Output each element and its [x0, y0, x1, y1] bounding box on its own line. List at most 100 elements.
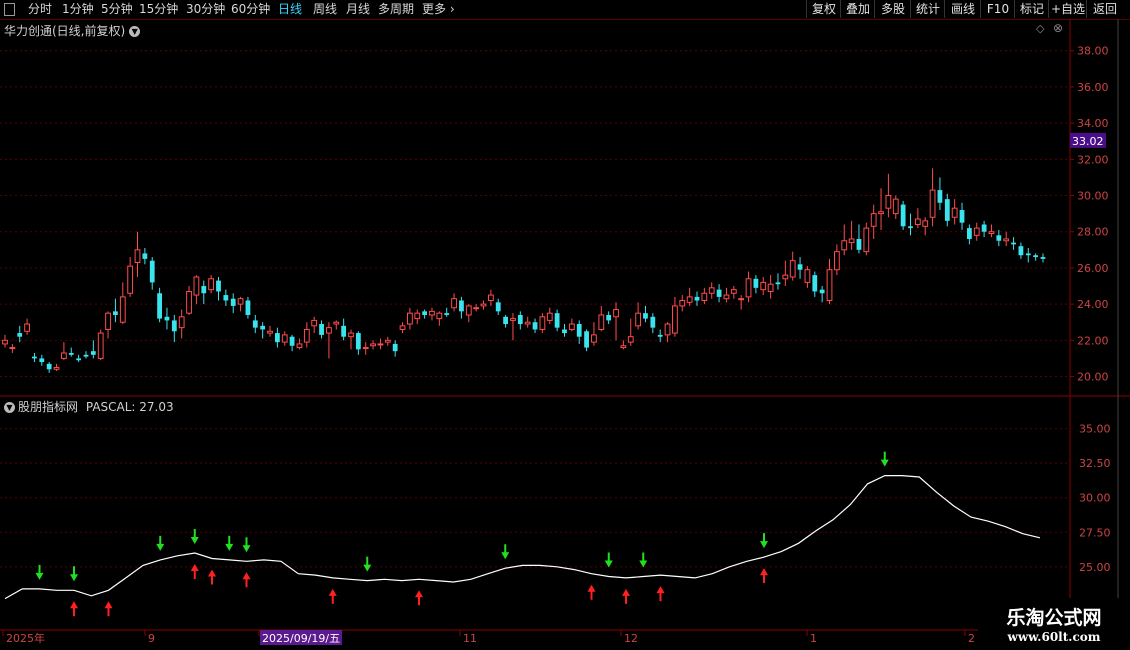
toolbar-button[interactable]: 返回	[1086, 0, 1123, 18]
candle-body-down	[819, 289, 825, 294]
toolbar-button[interactable]: 标记	[1014, 0, 1049, 18]
candle-body-up	[708, 287, 715, 294]
candle-body-down	[532, 322, 538, 330]
xaxis-label: 1	[810, 632, 817, 645]
candle-body-down	[716, 289, 722, 297]
period-toolbar: 分时 1分钟 5分钟 15分钟 30分钟 60分钟 日线 周线 月线 多周期 更多 › 复权 叠加 多股…	[0, 0, 1130, 20]
xaxis-label: 2	[968, 632, 975, 645]
candle-body-down	[157, 293, 162, 319]
xaxis-label: 12	[624, 632, 638, 645]
candle-body-down	[68, 352, 74, 355]
candle-body-down	[289, 336, 295, 346]
candle-body-down	[966, 228, 972, 239]
candle-body-up	[237, 298, 244, 305]
period-tab[interactable]: 多周期	[378, 1, 414, 18]
indicator-tick-label: 35.00	[1079, 423, 1111, 436]
indicator-header: ▼ 股朋指标网 PASCAL: 27.03	[4, 398, 174, 415]
toolbar-button[interactable]: 统计	[910, 0, 945, 18]
candle-body-up	[487, 294, 494, 302]
candle-body-up	[348, 332, 354, 338]
candle-body-down	[252, 320, 258, 328]
price-tick-label: 28.00	[1077, 226, 1109, 239]
watermark-url: www.60lt.com	[1007, 630, 1101, 644]
kline-chart[interactable]: 20.00 22.00 24.00 26.00 28.00 30.00 32.00 34.00…	[0, 19, 1130, 650]
period-tab[interactable]: 5分钟	[101, 1, 133, 18]
xaxis-label: 9	[148, 632, 155, 645]
chevron-down-icon[interactable]: ▼	[129, 26, 141, 37]
candle-body-up	[186, 290, 192, 314]
candle-body-up	[377, 343, 384, 346]
candle-body-down	[908, 226, 913, 229]
period-tab[interactable]: 15分钟	[139, 1, 178, 18]
candle-body-up	[429, 310, 435, 316]
candle-body-down	[444, 313, 450, 315]
candle-body-up	[863, 227, 870, 253]
candle-body-up	[598, 314, 605, 330]
toolbar-button[interactable]: +自选	[1048, 0, 1087, 18]
candle-body-up	[789, 260, 796, 278]
candle-body-up	[738, 298, 745, 301]
period-tab[interactable]: 日线	[278, 1, 302, 18]
candle-body-up	[988, 231, 995, 235]
toolbar-button[interactable]: 画线	[944, 0, 981, 18]
candle-body-up	[384, 339, 391, 343]
toolbar-button[interactable]: 复权	[806, 0, 841, 18]
candle-body-down	[355, 333, 361, 350]
toolbar-button[interactable]: F10	[980, 0, 1015, 18]
sell-arrow	[70, 566, 78, 582]
buy-arrow	[190, 564, 199, 579]
candle-body-up	[1003, 238, 1010, 242]
price-tick-label: 32.00	[1077, 153, 1109, 166]
close-icon[interactable]: ⊗	[1053, 21, 1063, 35]
candle-body-down	[164, 316, 170, 321]
candle-body-down	[459, 300, 464, 312]
candle-body-down	[142, 253, 148, 259]
buy-arrow	[587, 584, 596, 600]
period-tab[interactable]: 30分钟	[186, 1, 225, 18]
candle-body-down	[517, 314, 523, 325]
candle-body-down	[643, 313, 648, 319]
buy-arrow	[760, 568, 768, 584]
candle-body-up	[568, 323, 575, 330]
candle-body-down	[1033, 255, 1039, 258]
candle-body-up	[730, 289, 737, 294]
toolbar-button[interactable]: 叠加	[840, 0, 875, 18]
watermark-title: 乐淘公式网	[1006, 607, 1102, 629]
indicator-value: PASCAL: 27.03	[85, 400, 174, 414]
period-tab[interactable]: 周线	[313, 1, 337, 18]
diamond-icon[interactable]: ◇	[1036, 22, 1044, 35]
candle-body-down	[576, 324, 582, 337]
sell-arrow	[639, 552, 648, 568]
candle-body-up	[922, 220, 929, 227]
buy-arrow	[622, 588, 630, 604]
chevron-down-icon[interactable]: ▼	[4, 402, 15, 413]
candle-body-up	[193, 276, 200, 296]
candle-body-up	[848, 238, 855, 244]
candle-body-down	[1011, 242, 1016, 245]
candle-body-up	[208, 278, 215, 291]
period-tab[interactable]: 60分钟	[231, 1, 270, 18]
period-tab[interactable]: 分时	[28, 1, 52, 18]
candle-body-up	[664, 323, 671, 336]
sell-arrow	[604, 552, 613, 568]
candle-body-up	[635, 312, 641, 327]
candle-body-down	[90, 351, 96, 355]
price-tick-label: 38.00	[1077, 45, 1109, 58]
period-tab[interactable]: 更多 ›	[422, 1, 455, 18]
buy-arrow	[242, 572, 251, 588]
candle-body-up	[885, 195, 892, 209]
candle-body-down	[245, 300, 251, 315]
candle-body-up	[539, 316, 546, 330]
toolbar-button[interactable]: 多股	[874, 0, 911, 18]
sell-arrow	[760, 533, 768, 549]
panel-toggle-icon[interactable]	[4, 3, 15, 16]
candle-body-up	[914, 218, 921, 225]
candle-body-down	[319, 324, 324, 335]
candle-body-down	[503, 316, 508, 325]
candle-body-up	[929, 189, 936, 218]
candle-body-down	[171, 320, 177, 332]
candle-body-up	[61, 352, 67, 359]
period-tab[interactable]: 1分钟	[62, 1, 94, 18]
period-tab[interactable]: 月线	[346, 1, 370, 18]
candle-body-down	[230, 298, 236, 306]
